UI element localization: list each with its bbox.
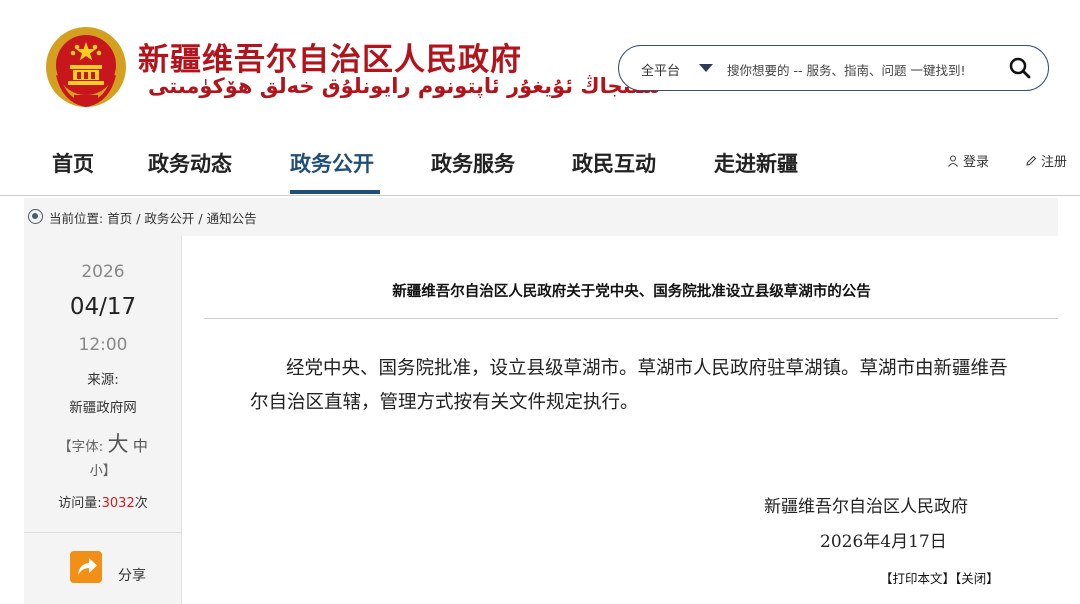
login-link[interactable]: 登录 xyxy=(947,151,989,170)
site-header: 新疆维吾尔自治区人民政府 شىنجاڭ ئۇيغۇر ئاپتونوم رايو… xyxy=(0,0,1080,130)
pencil-icon xyxy=(1026,155,1037,166)
publish-time: 12:00 xyxy=(78,335,128,355)
location-icon xyxy=(28,209,43,224)
nav-item-news[interactable]: 政务动态 xyxy=(148,148,232,178)
visit-unit: 次 xyxy=(134,496,148,511)
sidebar-divider xyxy=(24,532,182,533)
national-emblem-logo[interactable] xyxy=(44,25,128,109)
breadcrumb: 当前位置: 首页 / 政务公开 / 通知公告 xyxy=(24,198,1058,236)
site-title: 新疆维吾尔自治区人民政府 xyxy=(138,42,522,78)
nav-item-about-xinjiang[interactable]: 走进新疆 xyxy=(714,148,798,178)
search-input[interactable]: 搜你想要的 -- 服务、指南、问题 一键找到! xyxy=(727,60,965,79)
search-icon[interactable] xyxy=(1008,56,1032,80)
breadcrumb-home[interactable]: 首页 xyxy=(107,211,132,226)
share-button[interactable]: 分享 xyxy=(118,565,146,585)
source-label: 来源: xyxy=(87,372,119,388)
article-title: 新疆维吾尔自治区人民政府关于党中央、国务院批准设立县级草湖市的公告 xyxy=(392,284,871,300)
visit-count: 访问量:3032次 xyxy=(24,492,182,511)
print-link[interactable]: 【打印本文】 xyxy=(880,571,955,586)
share-icon[interactable] xyxy=(70,551,102,583)
article-tools: 【打印本文】【关闭】 xyxy=(880,568,999,587)
search-box[interactable]: 全平台 搜你想要的 -- 服务、指南、问题 一键找到! xyxy=(618,45,1049,91)
user-icon xyxy=(948,155,958,167)
register-label[interactable]: 注册 xyxy=(1041,155,1067,170)
font-small-button[interactable]: 小 xyxy=(90,464,103,479)
source-value: 新疆政府网 xyxy=(69,400,137,416)
visit-label: 访问量: xyxy=(58,496,102,511)
font-size-label: 【字体: xyxy=(58,439,104,455)
login-label[interactable]: 登录 xyxy=(963,155,989,170)
article-body: 经党中央、国务院批准，设立县级草湖市。草湖市人民政府驻草湖镇。草湖市由新疆维吾尔… xyxy=(250,358,1008,413)
site-subtitle-uyghur: شىنجاڭ ئۇيغۇر ئاپتونوم رايونلۇق خەلق ھۆك… xyxy=(148,74,661,98)
nav-item-services[interactable]: 政务服务 xyxy=(431,148,515,178)
font-size-controls: 【字体: 大 中 小】 xyxy=(58,432,148,479)
signature-organization: 新疆维吾尔自治区人民政府 xyxy=(764,497,968,517)
breadcrumb-label: 当前位置: xyxy=(49,211,104,226)
font-medium-button[interactable]: 中 xyxy=(133,437,148,455)
breadcrumb-notices[interactable]: 通知公告 xyxy=(207,211,257,226)
active-tab-indicator xyxy=(290,190,380,194)
register-link[interactable]: 注册 xyxy=(1025,151,1067,170)
title-divider xyxy=(204,318,1058,319)
article-meta-sidebar: 2026 04/17 12:00 来源: 新疆政府网 【字体: 大 中 小】 访… xyxy=(24,236,182,604)
font-large-button[interactable]: 大 xyxy=(108,432,129,456)
publish-year: 2026 xyxy=(81,262,125,282)
signature-date: 2026年4月17日 xyxy=(820,532,947,552)
publish-date: 04/17 xyxy=(69,294,137,320)
visit-number: 3032 xyxy=(101,496,135,511)
breadcrumb-open-government[interactable]: 政务公开 xyxy=(144,211,194,226)
dropdown-caret-icon[interactable] xyxy=(699,64,713,72)
nav-item-open-government[interactable]: 政务公开 xyxy=(290,148,374,178)
nav-item-interaction[interactable]: 政民互动 xyxy=(572,148,656,178)
main-nav: 首页 政务动态 政务公开 政务服务 政民互动 走进新疆 登录 注册 xyxy=(0,130,1080,196)
nav-item-home[interactable]: 首页 xyxy=(52,148,94,178)
close-link[interactable]: 【关闭】 xyxy=(955,571,999,586)
breadcrumb-text: 当前位置: 首页 / 政务公开 / 通知公告 xyxy=(49,211,257,226)
search-scope-select[interactable]: 全平台 xyxy=(641,60,680,79)
